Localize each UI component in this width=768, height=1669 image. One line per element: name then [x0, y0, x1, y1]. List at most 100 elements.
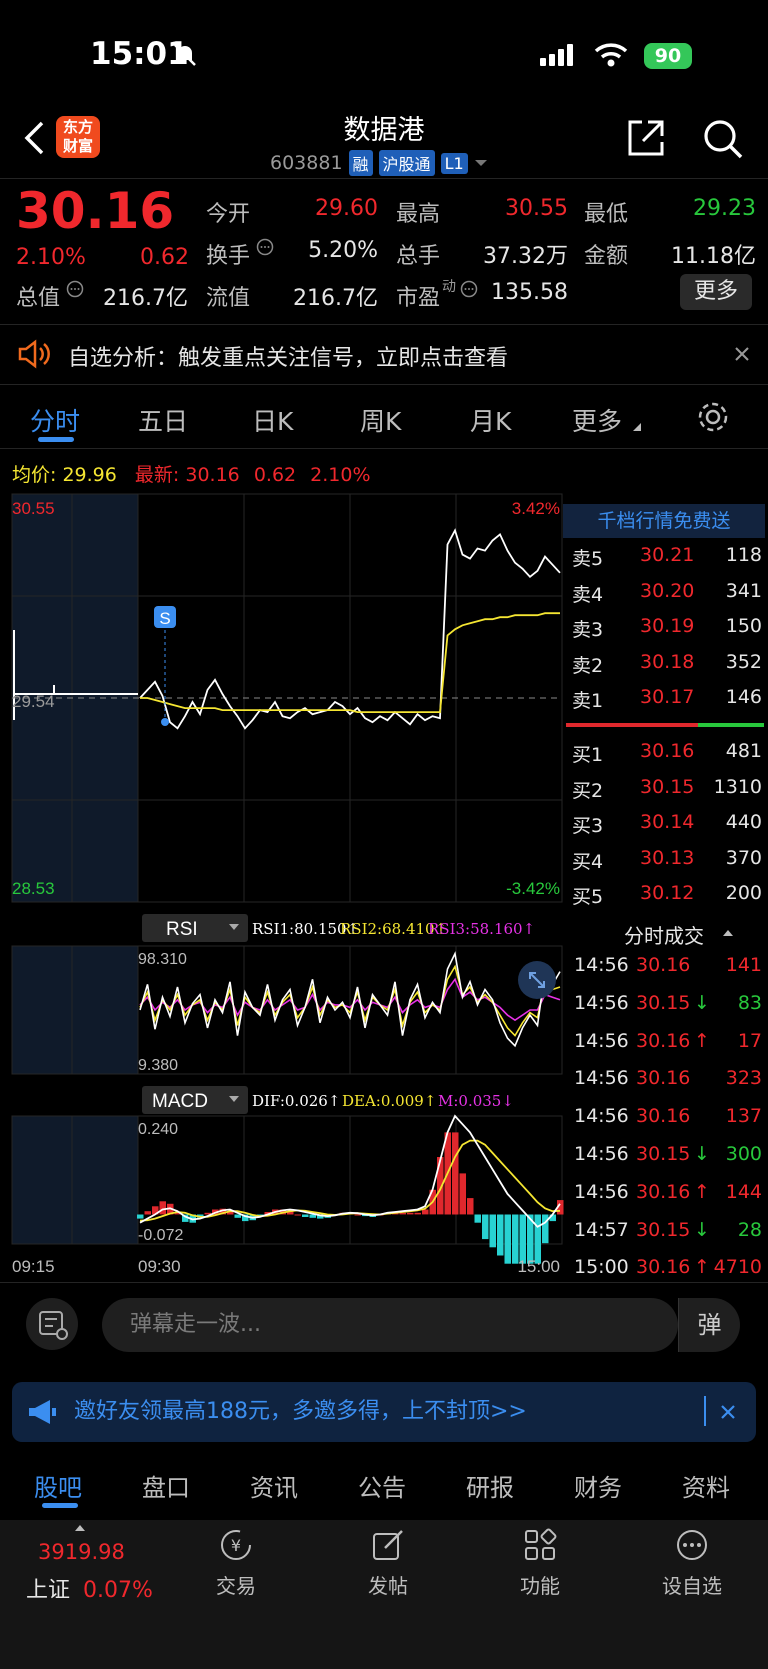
- tab-intraday[interactable]: 分时: [30, 402, 80, 438]
- change-pct: 2.10%: [16, 245, 86, 270]
- y-axis-bottom: 28.53: [12, 879, 55, 898]
- macd-bar: [407, 1212, 414, 1215]
- order-book-banner[interactable]: 千档行情免费送: [563, 504, 765, 538]
- more-button[interactable]: 更多: [680, 274, 752, 310]
- trade-direction-arrow: ↑: [694, 1029, 710, 1052]
- current-price: 30.16: [16, 182, 175, 240]
- notice-text[interactable]: 自选分析：触发重点关注信号，立即点击查看: [68, 340, 508, 372]
- order-book-row: 买5 30.12 200: [572, 882, 762, 908]
- trade-row: 14:56 30.16 141: [572, 954, 762, 978]
- x-tick-start: 09:15: [12, 1257, 55, 1276]
- tab-news[interactable]: 资讯: [250, 1468, 298, 1503]
- index-value[interactable]: 3919.98: [38, 1540, 125, 1564]
- tab-profile[interactable]: 资料: [682, 1468, 730, 1503]
- order-level-label: 卖1: [572, 690, 604, 712]
- caret-down-icon[interactable]: [474, 158, 488, 168]
- order-price: 30.13: [640, 846, 695, 869]
- intraday-chart[interactable]: S 30.55 29.54 28.53 3.42% -3.42% RSI RSI…: [0, 490, 564, 1280]
- order-book-row: 买1 30.16 481: [572, 740, 762, 766]
- order-level-label: 卖3: [572, 619, 604, 641]
- tab-daily-k[interactable]: 日K: [252, 402, 293, 438]
- tag-connect: 沪股通: [378, 150, 435, 176]
- trade-time: 15:00: [574, 1256, 629, 1279]
- order-price: 30.17: [640, 686, 695, 708]
- macd-bar: [474, 1214, 481, 1223]
- bell-muted-icon: [174, 44, 196, 66]
- add-watchlist-button[interactable]: 设自选: [632, 1528, 752, 1599]
- y-axis-top: 30.55: [12, 499, 55, 518]
- wifi-icon: [594, 43, 628, 67]
- close-icon[interactable]: [734, 346, 750, 362]
- trade-price: 30.16: [636, 1029, 691, 1052]
- info-icon[interactable]: [66, 280, 84, 298]
- order-book-row: 卖2 30.18 352: [572, 650, 762, 677]
- danmaku-input[interactable]: 弹幕走一波...: [102, 1298, 678, 1352]
- trade-direction-arrow: ↑: [694, 1256, 710, 1279]
- trade-direction-arrow: ↓: [694, 991, 710, 1014]
- m-label: M:0.035↓: [438, 1092, 514, 1110]
- macd-bar: [467, 1198, 474, 1215]
- megaphone-icon: [29, 1400, 56, 1424]
- trade-row: 14:56 30.15 ↓ 83: [572, 992, 762, 1016]
- rsi-y-top: 98.310: [138, 951, 187, 968]
- order-volume: 200: [725, 882, 762, 904]
- caret-up-icon: [723, 930, 733, 936]
- trade-volume: 4710: [713, 1256, 762, 1279]
- divider: [0, 384, 768, 385]
- amount-value: 11.18亿: [671, 244, 756, 269]
- tag-level: L1: [440, 152, 468, 174]
- order-level-label: 卖4: [572, 583, 604, 606]
- order-level-label: 买4: [572, 850, 604, 873]
- volume-label: 总手: [396, 244, 441, 269]
- market-cap-label: 总值: [16, 286, 61, 311]
- x-tick-open: 09:30: [138, 1257, 181, 1276]
- index-caret-icon: [75, 1525, 85, 1531]
- order-price: 30.19: [640, 615, 695, 637]
- promo-close-icon[interactable]: [720, 1404, 736, 1420]
- macd-bar: [497, 1214, 504, 1256]
- latest-value: 30.16: [185, 464, 240, 486]
- trade-price: 30.16: [636, 1105, 691, 1128]
- settings-gear-icon[interactable]: [696, 400, 730, 434]
- trades-title[interactable]: 分时成交: [624, 920, 704, 949]
- tab-forum[interactable]: 股吧: [34, 1468, 82, 1503]
- macd-pre-market-shade: [12, 1116, 138, 1244]
- order-volume: 146: [725, 686, 762, 708]
- danmaku-toggle-button[interactable]: 弹: [678, 1298, 740, 1352]
- index-row[interactable]: 上证 0.07%: [26, 1572, 153, 1604]
- tab-research[interactable]: 研报: [466, 1468, 514, 1503]
- order-volume: 1310: [713, 775, 762, 798]
- tab-finance[interactable]: 财务: [574, 1468, 622, 1503]
- danmaku-list-button[interactable]: [26, 1298, 78, 1350]
- trade-price: 30.16: [636, 1180, 691, 1203]
- tab-announcements[interactable]: 公告: [358, 1468, 406, 1503]
- info-icon[interactable]: [460, 280, 478, 298]
- order-price: 30.18: [640, 650, 695, 673]
- macd-selector-label: MACD: [152, 1091, 208, 1112]
- amount-label: 金额: [584, 244, 629, 269]
- share-icon[interactable]: [626, 118, 666, 158]
- invite-promo-banner[interactable]: 邀好友领最高188元，多邀多得，上不封顶>>: [12, 1382, 756, 1442]
- rsi3-label: RSI3:58.160↑: [428, 920, 535, 938]
- macd-bar: [144, 1211, 151, 1215]
- macd-bar: [294, 1214, 301, 1216]
- functions-button[interactable]: 功能: [480, 1528, 600, 1599]
- tab-handicap[interactable]: 盘口: [142, 1468, 190, 1503]
- volume-value: 37.32万: [483, 244, 568, 269]
- tab-monthly-k[interactable]: 月K: [470, 402, 511, 438]
- trade-button[interactable]: ¥ 交易: [176, 1528, 296, 1599]
- post-button[interactable]: 发帖: [328, 1528, 448, 1599]
- edit-icon: [373, 1530, 403, 1560]
- divider: [0, 324, 768, 325]
- tab-underline: [38, 437, 74, 442]
- tab-more[interactable]: 更多: [572, 402, 622, 438]
- order-volume: 150: [725, 615, 762, 637]
- tab-five-day[interactable]: 五日: [138, 402, 188, 438]
- trade-price: 30.16: [636, 954, 691, 976]
- search-icon[interactable]: [702, 118, 744, 160]
- trade-time: 14:56: [574, 954, 629, 976]
- macd-bar: [234, 1214, 241, 1218]
- promo-divider: [704, 1396, 706, 1426]
- trade-row: 14:56 30.16 ↑ 144: [572, 1181, 762, 1205]
- tab-weekly-k[interactable]: 周K: [360, 402, 401, 438]
